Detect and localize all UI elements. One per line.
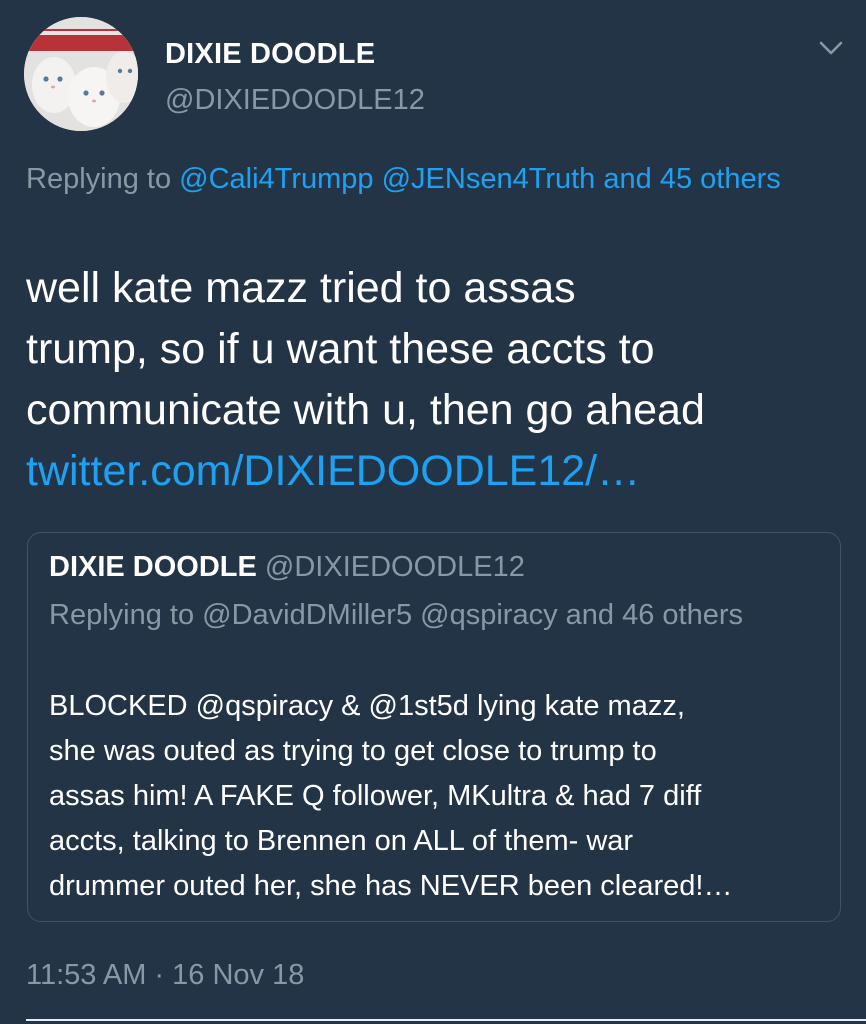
quoted-reply-others: and 46 others	[565, 599, 744, 631]
quoted-tweet-header: DIXIE DOODLE @DIXIEDOODLE12	[49, 547, 525, 587]
reply-prefix: Replying to	[26, 163, 180, 195]
tweet-text-line: communicate with u, then go ahead	[26, 386, 705, 434]
quoted-tweet-card[interactable]: DIXIE DOODLE @DIXIEDOODLE12 Replying to …	[27, 532, 841, 922]
quoted-reply-mention: @DavidDMiller5	[202, 599, 413, 631]
tweet-url-link[interactable]: twitter.com/DIXIEDOODLE12/…	[26, 441, 846, 502]
tweet-detail: DIXIE DOODLE @DIXIEDOODLE12 Replying to …	[0, 0, 866, 1024]
quoted-text-line: drummer outed her, she has NEVER been cl…	[49, 870, 733, 902]
quoted-author-handle: @DIXIEDOODLE12	[264, 551, 525, 583]
author-display-name[interactable]: DIXIE DOODLE	[165, 36, 375, 72]
tweet-text: well kate mazz tried to assas trump, so …	[26, 258, 846, 502]
reply-mention-link[interactable]: @Cali4Trumpp	[179, 163, 373, 195]
reply-context: Replying to @Cali4Trumpp @JENsen4Truth a…	[26, 157, 826, 201]
quoted-reply-prefix: Replying to	[49, 599, 203, 631]
cats-avatar-image	[24, 17, 138, 131]
quoted-reply-mention: @qspiracy	[420, 599, 558, 631]
tweet-timestamp: 11:53 AM · 16 Nov 18	[26, 959, 305, 991]
tweet-text-line: trump, so if u want these accts to	[26, 325, 655, 373]
divider	[26, 1019, 866, 1021]
avatar[interactable]	[24, 17, 138, 131]
quoted-reply-context: Replying to @DavidDMiller5 @qspiracy and…	[49, 593, 809, 638]
quoted-text-line: assas him! A FAKE Q follower, MKultra & …	[49, 780, 702, 812]
tweet-text-line: well kate mazz tried to assas	[26, 264, 576, 312]
chevron-down-icon[interactable]	[818, 38, 844, 58]
reply-others-link[interactable]: and 45 others	[603, 163, 780, 195]
quoted-tweet-text: BLOCKED @qspiracy & @1st5d lying kate ma…	[49, 684, 829, 909]
quoted-author-name: DIXIE DOODLE	[49, 551, 257, 583]
quoted-text-line: accts, talking to Brennen on ALL of them…	[49, 825, 634, 857]
quoted-text-line: BLOCKED @qspiracy & @1st5d lying kate ma…	[49, 690, 685, 722]
author-handle[interactable]: @DIXIEDOODLE12	[165, 82, 425, 118]
quoted-text-line: she was outed as trying to get close to …	[49, 735, 657, 767]
reply-mention-link[interactable]: @JENsen4Truth	[382, 163, 596, 195]
